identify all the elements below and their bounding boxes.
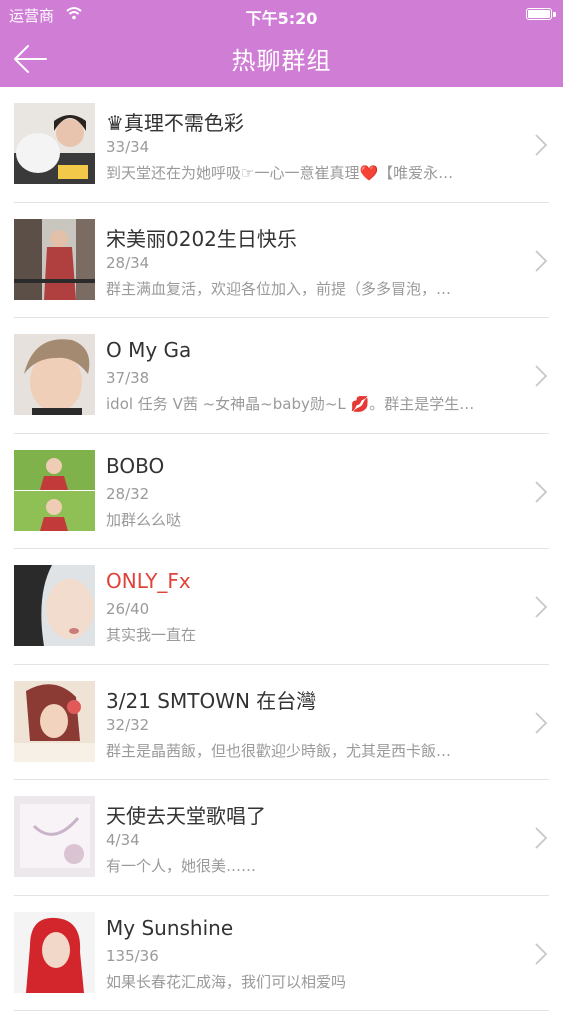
group-avatar [14,912,95,993]
status-bar: 运营商 下午5:20 [0,0,563,30]
group-avatar [14,334,95,415]
group-name: 3/21 SMTOWN 在台灣 [106,685,316,714]
group-description: 如果长春花汇成海，我们可以相爱吗 [106,971,488,992]
group-avatar [14,565,95,646]
group-name: 天使去天堂歌唱了 [106,800,266,829]
group-description: 加群么么哒 [106,509,488,530]
group-row[interactable]: O My Ga 37/38 idol 任务 V茜 ~女神晶~baby勋~L 💋。… [0,318,563,434]
member-count: 33/34 [106,138,149,156]
group-name: My Sunshine [106,916,233,940]
group-description: 群主是晶茜飯，但也很歡迎少時飯，尤其是西卡飯… [106,740,488,761]
chevron-right-icon [535,134,547,156]
battery-tip [553,12,556,17]
group-avatar [14,796,95,877]
battery-icon [526,8,552,20]
group-name: ♛真理不需色彩 [106,107,244,136]
group-row[interactable]: My Sunshine 135/36 如果长春花汇成海，我们可以相爱吗 [0,896,563,1011]
group-name: ONLY_Fx [106,569,191,593]
member-count: 26/40 [106,600,149,618]
chevron-right-icon [535,712,547,734]
header: 运营商 下午5:20 热聊群组 [0,0,563,87]
member-count: 28/32 [106,485,149,503]
group-name: BOBO [106,454,164,478]
chevron-right-icon [535,250,547,272]
status-clock: 下午5:20 [0,5,563,29]
group-description: 其实我一直在 [106,624,488,645]
group-row[interactable]: 天使去天堂歌唱了 4/34 有一个人，她很美…… [0,780,563,896]
chevron-right-icon [535,481,547,503]
chevron-right-icon [535,365,547,387]
group-description: idol 任务 V茜 ~女神晶~baby勋~L 💋。群主是学生… [106,393,488,414]
group-avatar [14,103,95,184]
group-list: ♛真理不需色彩 33/34 到天堂还在为她呼吸☞一心一意崔真理❤️【唯爱永… 宋… [0,87,563,1011]
group-name: 宋美丽0202生日快乐 [106,223,297,252]
group-name: O My Ga [106,338,191,362]
page-title: 热聊群组 [0,41,563,76]
chevron-right-icon [535,827,547,849]
member-count: 135/36 [106,947,159,965]
group-description: 群主满血复活，欢迎各位加入，前提（多多冒泡，… [106,278,488,299]
member-count: 37/38 [106,369,149,387]
group-row[interactable]: 宋美丽0202生日快乐 28/34 群主满血复活，欢迎各位加入，前提（多多冒泡，… [0,203,563,319]
chevron-right-icon [535,596,547,618]
group-avatar [14,450,95,531]
group-row[interactable]: ♛真理不需色彩 33/34 到天堂还在为她呼吸☞一心一意崔真理❤️【唯爱永… [0,87,563,203]
group-row[interactable]: BOBO 28/32 加群么么哒 [0,434,563,550]
group-row[interactable]: ONLY_Fx 26/40 其实我一直在 [0,549,563,665]
member-count: 28/34 [106,254,149,272]
group-description: 有一个人，她很美…… [106,855,488,876]
member-count: 32/32 [106,716,149,734]
group-avatar [14,681,95,762]
member-count: 4/34 [106,831,140,849]
chevron-right-icon [535,943,547,965]
nav-bar: 热聊群组 [0,30,563,87]
group-description: 到天堂还在为她呼吸☞一心一意崔真理❤️【唯爱永… [106,162,488,183]
group-row[interactable]: 3/21 SMTOWN 在台灣 32/32 群主是晶茜飯，但也很歡迎少時飯，尤其… [0,665,563,781]
group-avatar [14,219,95,300]
